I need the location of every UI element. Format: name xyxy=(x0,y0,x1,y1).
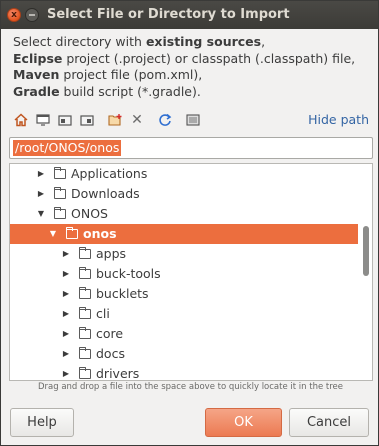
delete-icon[interactable]: ✕ xyxy=(129,112,145,128)
tree-row[interactable]: ▶ apps xyxy=(10,244,358,264)
show-hidden-icon[interactable] xyxy=(185,112,201,128)
collapse-arrow-icon[interactable]: ▼ xyxy=(48,224,58,244)
expand-arrow-icon[interactable]: ▶ xyxy=(61,364,71,380)
close-icon[interactable]: x xyxy=(7,8,21,22)
description-text: project file (pom.xml), xyxy=(59,67,203,82)
description-text: Select directory with xyxy=(13,34,146,49)
folder-icon xyxy=(54,167,66,179)
expand-arrow-icon[interactable]: ▶ xyxy=(36,184,46,204)
window-title: Select File or Directory to Import xyxy=(47,7,290,22)
collapse-arrow-icon[interactable]: ▼ xyxy=(36,204,46,224)
tree-scrollbar[interactable] xyxy=(362,168,370,376)
description-text: build script (*.gradle). xyxy=(59,83,201,99)
ok-button[interactable]: OK xyxy=(205,408,282,437)
expand-arrow-icon[interactable]: ▶ xyxy=(61,284,71,304)
folder-icon xyxy=(79,247,91,259)
new-folder-icon[interactable] xyxy=(107,112,123,128)
folder-icon xyxy=(54,187,66,199)
path-value[interactable]: /root/ONOS/onos xyxy=(13,140,122,156)
tree-row-label: Downloads xyxy=(71,186,140,201)
tree-row[interactable]: ▶ Applications xyxy=(10,164,358,184)
folder-icon xyxy=(79,327,91,339)
expand-arrow-icon[interactable]: ▶ xyxy=(61,244,71,264)
description-bold: Maven xyxy=(13,67,60,82)
tree-row[interactable]: ▼ ONOS xyxy=(10,204,358,224)
tree-row-selected[interactable]: ▼ onos http://blog.csdn.net/ xyxy=(10,224,358,303)
tree-row[interactable]: ▶ buck-tools xyxy=(10,264,358,284)
import-dialog: x Select File or Directory to Import Sel… xyxy=(0,0,379,446)
folder-icon xyxy=(79,307,91,319)
expand-arrow-icon[interactable]: ▶ xyxy=(61,264,71,284)
tree-row-label: core xyxy=(96,326,124,341)
tree-row[interactable]: ▶ cli xyxy=(10,304,358,324)
description-bold: Gradle xyxy=(13,83,60,99)
drag-drop-hint: Drag and drop a file into the space abov… xyxy=(37,382,343,392)
tree-row[interactable]: ▶ bucklets xyxy=(10,284,358,304)
folder-icon xyxy=(79,287,91,299)
description-bold: existing sources xyxy=(145,34,262,49)
tree-row[interactable]: ▶ drivers xyxy=(10,364,358,381)
folder-icon xyxy=(79,347,91,359)
dialog-description: Select directory with existing sources, … xyxy=(13,34,373,100)
hide-path-link[interactable]: Hide path xyxy=(308,112,369,127)
path-input[interactable]: /root/ONOS/onos xyxy=(9,137,373,159)
desktop-icon[interactable] xyxy=(35,112,51,128)
refresh-icon[interactable] xyxy=(157,112,173,128)
tree-row[interactable]: ▶ docs xyxy=(10,344,358,364)
folder-icon xyxy=(79,267,91,279)
file-chooser-toolbar: ✕ Hide path xyxy=(9,109,373,131)
tree-row-label: ONOS xyxy=(71,206,108,221)
tree-row[interactable]: ▶ core xyxy=(10,324,358,344)
scrollbar-thumb[interactable] xyxy=(363,226,369,276)
tree-row-label: onos xyxy=(83,226,117,241)
folder-icon xyxy=(79,367,91,379)
tree-row-label: buck-tools xyxy=(96,266,161,281)
tree-row[interactable]: ▶ Downloads xyxy=(10,184,358,204)
tree-row-label: docs xyxy=(96,346,125,361)
title-bar: x Select File or Directory to Import xyxy=(1,1,378,29)
folder-icon xyxy=(66,227,78,239)
cancel-button[interactable]: Cancel xyxy=(289,408,369,437)
directory-tree[interactable]: ▶ Applications ▶ Downloads ▼ ONOS ▼ onos… xyxy=(9,163,373,381)
help-button[interactable]: Help xyxy=(10,408,74,437)
description-text: , xyxy=(261,34,266,49)
tree-row-label: Applications xyxy=(71,166,148,181)
folder-icon xyxy=(54,207,66,219)
expand-arrow-icon[interactable]: ▶ xyxy=(61,344,71,364)
home-icon[interactable] xyxy=(13,112,29,128)
module-folder-icon[interactable] xyxy=(79,112,95,128)
window-menu-icon[interactable] xyxy=(25,8,39,22)
expand-arrow-icon[interactable]: ▶ xyxy=(36,164,46,184)
description-text: project (.project) or classpath (.classp… xyxy=(62,50,356,66)
expand-arrow-icon[interactable]: ▶ xyxy=(61,324,71,344)
tree-row-label: drivers xyxy=(96,366,140,381)
description-bold: Eclipse xyxy=(13,50,63,66)
tree-row-label: cli xyxy=(96,306,110,321)
project-folder-icon[interactable] xyxy=(57,112,73,128)
tree-row-label: apps xyxy=(96,246,127,261)
expand-arrow-icon[interactable]: ▶ xyxy=(61,304,71,324)
tree-row-label: bucklets xyxy=(96,286,149,301)
